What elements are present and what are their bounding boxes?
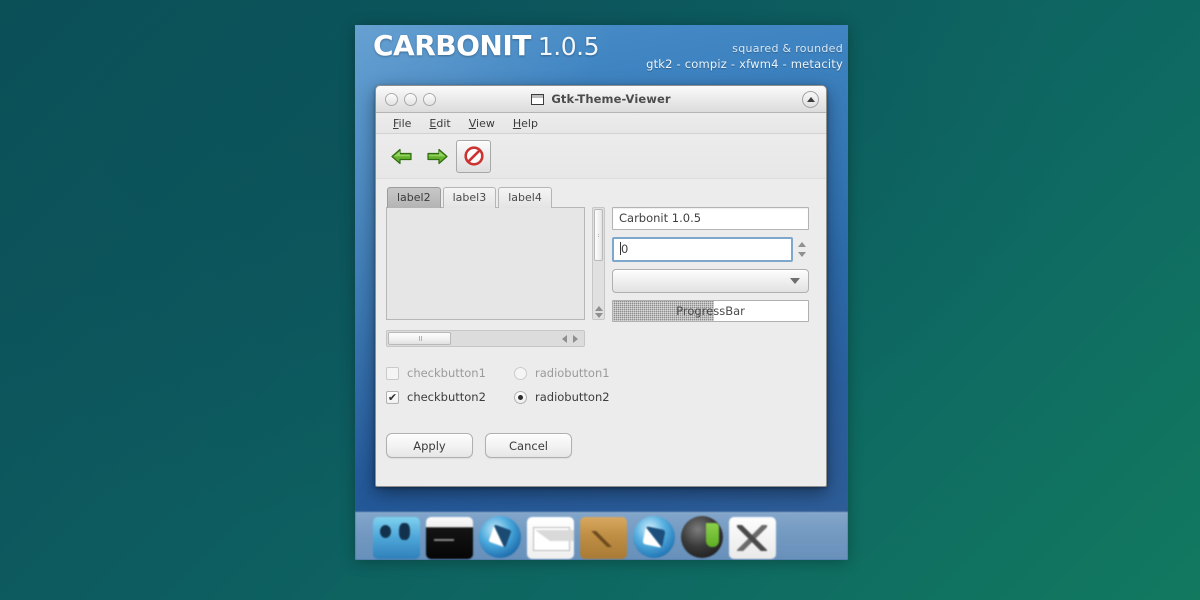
radiobutton1[interactable]: radiobutton1 bbox=[514, 366, 610, 380]
checkbox-checked-icon bbox=[386, 390, 399, 404]
radiobutton2-label: radiobutton2 bbox=[535, 390, 610, 404]
radiobutton2[interactable]: radiobutton2 bbox=[514, 390, 610, 404]
notebook: label2 label3 label4 Carbonit 1.0.5 0 Pr… bbox=[386, 187, 816, 322]
forward-button[interactable] bbox=[421, 142, 452, 171]
toggle-row-2: checkbutton2 radiobutton2 bbox=[386, 385, 816, 409]
compass-icon[interactable] bbox=[633, 516, 675, 558]
tab-label2[interactable]: label2 bbox=[387, 187, 441, 208]
checkbutton1-label: checkbutton1 bbox=[407, 366, 486, 380]
back-button[interactable] bbox=[386, 142, 417, 171]
terminal-icon[interactable] bbox=[426, 517, 473, 559]
checkbox-unchecked-icon bbox=[386, 366, 399, 380]
toolbar bbox=[376, 134, 826, 179]
finder-icon[interactable] bbox=[373, 517, 420, 559]
listview-area[interactable] bbox=[386, 207, 585, 320]
button-bar: Apply Cancel bbox=[386, 433, 816, 458]
cancel-button[interactable]: Cancel bbox=[485, 433, 572, 458]
window-icon bbox=[531, 93, 545, 105]
safari-icon[interactable] bbox=[479, 516, 521, 558]
tab-label4[interactable]: label4 bbox=[498, 187, 552, 208]
brand-name: CARBONIT bbox=[373, 29, 531, 62]
menu-item-file[interactable]: File bbox=[384, 115, 420, 132]
checkbutton2[interactable]: checkbutton2 bbox=[386, 390, 514, 404]
vertical-scrollbar[interactable] bbox=[592, 207, 605, 320]
progress-bar-label: ProgressBar bbox=[676, 304, 745, 318]
screen: CARBONIT 1.0.5 squared & rounded gtk2 - c… bbox=[0, 0, 1200, 600]
vscrollbar-steppers bbox=[593, 306, 604, 318]
notebook-tabs: label2 label3 label4 bbox=[387, 187, 816, 208]
menu-mnemonic: V bbox=[468, 116, 477, 130]
spinbutton: 0 bbox=[612, 237, 809, 262]
spin-up-icon[interactable] bbox=[798, 242, 806, 247]
menubar: File Edit View Help bbox=[376, 113, 826, 134]
apply-button[interactable]: Apply bbox=[386, 433, 473, 458]
desktop-screenshot-panel: CARBONIT 1.0.5 squared & rounded gtk2 - c… bbox=[355, 25, 848, 560]
radio-unselected-icon bbox=[514, 366, 527, 380]
stop-button[interactable] bbox=[456, 139, 491, 173]
scroll-up-icon[interactable] bbox=[594, 306, 603, 311]
radiobutton1-label: radiobutton1 bbox=[535, 366, 610, 380]
horizontal-scrollbar-row bbox=[386, 330, 585, 347]
scroll-right-icon[interactable] bbox=[573, 334, 578, 343]
spinbutton-steppers bbox=[795, 237, 809, 262]
page-title: Gtk-Theme-Viewer bbox=[551, 92, 671, 106]
tagline-line-1: squared & rounded bbox=[732, 42, 843, 55]
menu-rest: iew bbox=[476, 116, 495, 130]
hscrollbar-thumb[interactable] bbox=[388, 332, 451, 345]
chevron-down-icon bbox=[790, 278, 800, 284]
spinbutton-input[interactable]: 0 bbox=[612, 237, 793, 262]
tab-label3[interactable]: label3 bbox=[442, 187, 497, 208]
back-arrow-icon bbox=[390, 148, 413, 165]
menu-rest: dit bbox=[436, 116, 451, 130]
forward-arrow-icon bbox=[426, 148, 448, 165]
toggle-group: checkbutton1 radiobutton1 checkbutton2 bbox=[386, 361, 816, 409]
window-titlebar[interactable]: Gtk-Theme-Viewer bbox=[376, 86, 826, 113]
notebook-page: Carbonit 1.0.5 0 ProgressBar bbox=[386, 207, 816, 322]
menu-mnemonic: H bbox=[512, 116, 522, 130]
tagline: squared & rounded gtk2 - compiz - xfwm4 … bbox=[553, 42, 843, 72]
itunes-icon[interactable] bbox=[681, 516, 723, 558]
text-entry[interactable]: Carbonit 1.0.5 bbox=[612, 207, 809, 230]
checkbutton2-label: checkbutton2 bbox=[407, 390, 486, 404]
widgets-column: Carbonit 1.0.5 0 ProgressBar bbox=[612, 207, 809, 322]
tagline-line-2: gtk2 - compiz - xfwm4 - metacity bbox=[646, 56, 843, 71]
dock bbox=[355, 512, 848, 560]
stop-icon bbox=[463, 146, 484, 166]
spin-down-icon[interactable] bbox=[798, 252, 806, 257]
menu-item-edit[interactable]: Edit bbox=[420, 115, 459, 132]
horizontal-scrollbar[interactable] bbox=[386, 330, 585, 347]
hscrollbar-steppers bbox=[562, 334, 584, 343]
menu-item-view[interactable]: View bbox=[460, 115, 504, 132]
menu-item-help[interactable]: Help bbox=[504, 115, 547, 132]
checkbutton1[interactable]: checkbutton1 bbox=[386, 366, 514, 380]
banner: CARBONIT 1.0.5 squared & rounded gtk2 - c… bbox=[355, 25, 848, 80]
wood-box-icon[interactable] bbox=[580, 517, 627, 559]
utilities-icon[interactable] bbox=[729, 517, 776, 559]
vscrollbar-thumb[interactable] bbox=[594, 209, 603, 261]
progress-bar: ProgressBar bbox=[612, 300, 809, 322]
window-title-area: Gtk-Theme-Viewer bbox=[376, 92, 826, 106]
window-content: label2 label3 label4 Carbonit 1.0.5 0 Pr… bbox=[376, 179, 826, 486]
gtk-theme-viewer-window: Gtk-Theme-Viewer File Edit View Help lab… bbox=[375, 85, 827, 487]
menu-rest: elp bbox=[521, 116, 538, 130]
radio-selected-icon bbox=[514, 390, 527, 404]
scroll-down-icon[interactable] bbox=[594, 313, 603, 318]
menu-rest: ile bbox=[398, 116, 412, 130]
toggle-row-1: checkbutton1 radiobutton1 bbox=[386, 361, 816, 385]
scroll-left-icon[interactable] bbox=[562, 334, 567, 343]
spinbutton-value: 0 bbox=[621, 242, 629, 256]
mail-icon[interactable] bbox=[527, 517, 574, 559]
combobox[interactable] bbox=[612, 269, 809, 293]
